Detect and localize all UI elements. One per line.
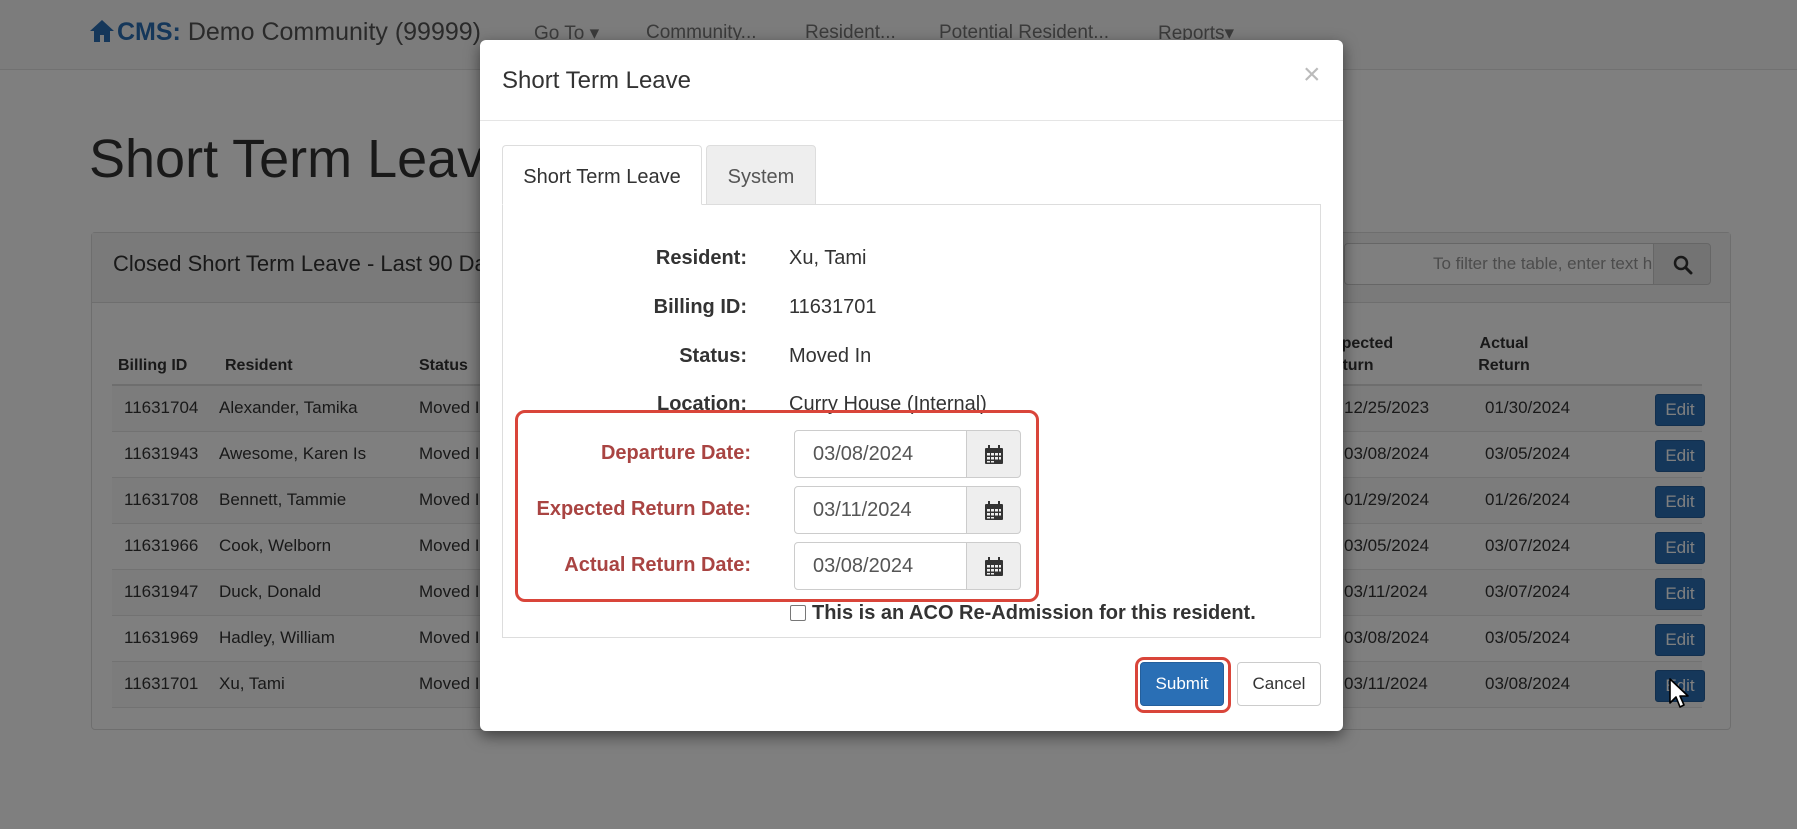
submit-button[interactable]: Submit — [1140, 662, 1224, 706]
modal-title: Short Term Leave — [502, 67, 691, 94]
status-label: Status: — [679, 345, 747, 367]
tab-system[interactable]: System — [706, 145, 816, 205]
billing-id-value: 11631701 — [789, 296, 877, 318]
aco-readmission-checkbox[interactable] — [790, 605, 806, 621]
close-icon[interactable]: × — [1303, 58, 1321, 92]
modal-header: Short Term Leave × — [480, 40, 1343, 121]
resident-value: Xu, Tami — [789, 247, 867, 269]
mouse-pointer-icon — [1669, 678, 1689, 708]
aco-readmission-label[interactable]: This is an ACO Re-Admission for this res… — [812, 602, 1256, 625]
status-value: Moved In — [789, 345, 872, 367]
cancel-button[interactable]: Cancel — [1237, 662, 1321, 706]
billing-id-label: Billing ID: — [653, 296, 747, 318]
date-fields-highlight — [515, 410, 1039, 602]
short-term-leave-dialog: Short Term Leave × Short Term Leave Syst… — [480, 40, 1343, 731]
resident-label: Resident: — [655, 247, 747, 269]
tab-short-term-leave[interactable]: Short Term Leave — [502, 145, 702, 205]
